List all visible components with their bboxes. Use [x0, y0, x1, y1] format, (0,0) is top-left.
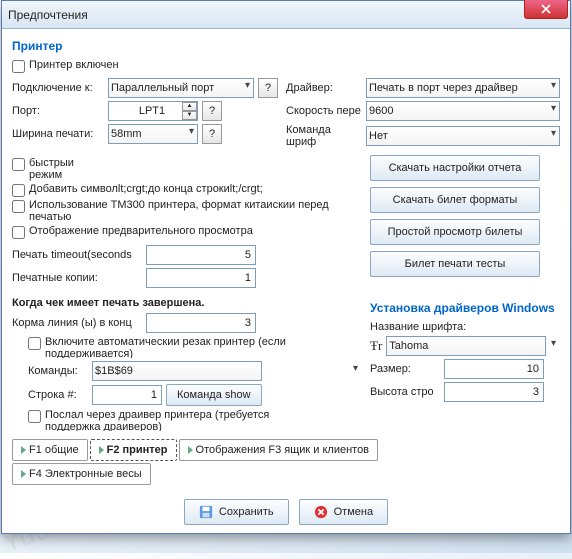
- preview-checkbox[interactable]: [12, 226, 25, 239]
- titlebar: Предпочтения: [2, 1, 570, 29]
- line-no-label: Строка #:: [28, 389, 88, 401]
- width-help-button[interactable]: ?: [202, 124, 222, 144]
- preview-label: Отображение предварительного просмотра: [29, 225, 253, 237]
- tm300-checkbox[interactable]: [12, 200, 25, 213]
- add-symbol-label: Добавить символlt;crgt;до конца строкиlt…: [29, 183, 263, 195]
- row-height-input[interactable]: [444, 382, 544, 402]
- font-icon: Ŧr: [370, 338, 382, 354]
- driver-label: Драйвер:: [286, 82, 362, 94]
- download-report-settings-button[interactable]: Скачать настройки отчета: [370, 155, 540, 181]
- driver-select[interactable]: Печать в порт через драйвер: [366, 78, 560, 98]
- tab-scales[interactable]: F4 Электронные весы: [12, 463, 151, 485]
- feed-lines-label: Корма линия (ы) в конц: [12, 317, 142, 329]
- dialog-footer: Сохранить Отмена: [2, 489, 570, 533]
- tab-printer[interactable]: F2 принтер: [90, 439, 177, 461]
- autocut-checkbox[interactable]: [28, 337, 41, 350]
- line-no-input[interactable]: [92, 385, 162, 405]
- font-cmd-select[interactable]: Нет: [366, 126, 560, 146]
- font-name-label: Название шрифта:: [370, 321, 560, 333]
- autocut-label: Включите автоматическии резак принтер (е…: [45, 336, 305, 358]
- commands-select[interactable]: $1B$69: [92, 361, 262, 381]
- width-select[interactable]: 58mm: [108, 124, 198, 144]
- timeout-label: Печать timeout(seconds: [12, 249, 142, 261]
- add-symbol-checkbox[interactable]: [12, 184, 25, 197]
- fast-mode-checkbox[interactable]: [12, 158, 25, 171]
- speed-label: Скорость пере: [286, 105, 362, 117]
- width-label: Ширина печати:: [12, 128, 104, 140]
- simple-view-tickets-button[interactable]: Простой просмотр билеты: [370, 219, 540, 245]
- connection-help-button[interactable]: ?: [258, 78, 278, 98]
- printer-heading: Принтер: [12, 39, 560, 53]
- tab-arrow-icon: [21, 470, 26, 478]
- speed-select[interactable]: 9600: [366, 101, 560, 121]
- save-icon: [199, 505, 213, 519]
- close-button[interactable]: [524, 0, 568, 19]
- tab-drawer-clients[interactable]: Отображения F3 ящик и клиентов: [179, 439, 379, 461]
- copies-label: Печатные копии:: [12, 272, 142, 284]
- preferences-window: Предпочтения Принтер Принтер включен Под…: [1, 0, 571, 534]
- copies-input[interactable]: [146, 268, 256, 288]
- tab-arrow-icon: [188, 446, 193, 454]
- port-help-button[interactable]: ?: [202, 101, 222, 121]
- connection-select[interactable]: Параллельный порт: [108, 78, 254, 98]
- fast-mode-label: быстрыи режим: [29, 157, 109, 181]
- tab-arrow-icon: [21, 446, 26, 454]
- command-show-button[interactable]: Команда show: [166, 384, 262, 406]
- post-print-heading: Когда чек имеет печать завершена.: [12, 297, 362, 309]
- windows-drivers-heading: Установка драйверов Windows: [370, 301, 560, 315]
- font-name-select[interactable]: Tahoma: [386, 336, 546, 356]
- port-spinner[interactable]: ▲▼: [182, 102, 197, 120]
- via-driver-checkbox[interactable]: [28, 410, 41, 423]
- tab-general[interactable]: F1 общие: [12, 439, 88, 461]
- download-ticket-formats-button[interactable]: Скачать билет форматы: [370, 187, 540, 213]
- connection-label: Подключение к:: [12, 82, 104, 94]
- cancel-icon: [314, 505, 328, 519]
- row-height-label: Высота стро: [370, 386, 440, 398]
- font-size-label: Размер:: [370, 363, 440, 375]
- tab-bar: F1 общие F2 принтер Отображения F3 ящик …: [12, 439, 560, 461]
- port-label: Порт:: [12, 105, 104, 117]
- font-cmd-label: Команда шриф: [286, 124, 362, 148]
- tm300-label: Использование TM300 принтера, формат кит…: [29, 199, 329, 223]
- window-title: Предпочтения: [8, 8, 88, 22]
- feed-lines-input[interactable]: [146, 313, 256, 333]
- commands-label: Команды:: [28, 365, 88, 377]
- printer-enabled-checkbox[interactable]: [12, 60, 25, 73]
- printer-enabled-label: Принтер включен: [29, 59, 119, 71]
- tab-arrow-icon: [99, 446, 104, 454]
- ticket-print-tests-button[interactable]: Билет печати тесты: [370, 251, 540, 277]
- cancel-button[interactable]: Отмена: [299, 499, 388, 525]
- save-button[interactable]: Сохранить: [184, 499, 289, 525]
- via-driver-label: Послал через драивер принтера (требуется…: [45, 409, 305, 431]
- font-size-input[interactable]: [444, 359, 544, 379]
- timeout-input[interactable]: [146, 245, 256, 265]
